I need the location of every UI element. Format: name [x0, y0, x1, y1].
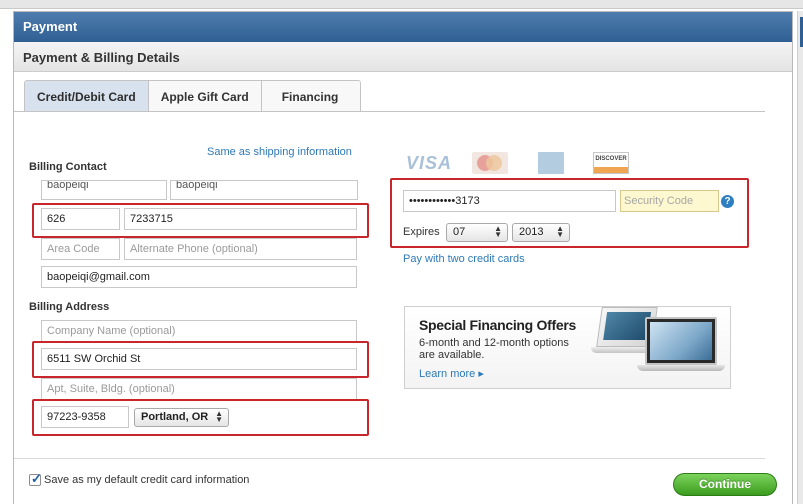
learn-more-link[interactable]: Learn more ▸: [419, 367, 484, 380]
security-code-field[interactable]: Security Code: [620, 190, 719, 212]
alt-phone-field[interactable]: Alternate Phone (optional): [124, 238, 357, 260]
card-brand-logos: VISA DISCOVER: [406, 152, 629, 174]
select-arrows-icon: ▲ ▼: [556, 224, 564, 239]
apt-field[interactable]: Apt, Suite, Bldg. (optional): [41, 378, 357, 400]
exp-month-value: 07: [453, 226, 466, 238]
financing-promo-banner[interactable]: Special Financing Offers 6-month and 12-…: [404, 306, 731, 389]
adjacent-panel-edge: [797, 11, 803, 504]
email-field[interactable]: baopeiqi@gmail.com: [41, 266, 357, 288]
company-field[interactable]: Company Name (optional): [41, 320, 357, 342]
city-state-value: Portland, OR: [141, 411, 209, 423]
browser-top-strip: [0, 0, 803, 9]
tab-apple-gift-card[interactable]: Apple Gift Card: [148, 81, 262, 112]
payment-method-tabs: Credit/Debit Card Apple Gift Card Financ…: [24, 80, 362, 112]
select-arrows-icon: ▲ ▼: [215, 409, 223, 424]
exp-month-select[interactable]: 07 ▲ ▼: [446, 223, 508, 242]
billing-address-heading: Billing Address: [29, 301, 110, 313]
pay-with-two-cards-link[interactable]: Pay with two credit cards: [403, 253, 525, 265]
continue-button[interactable]: Continue: [673, 473, 777, 496]
visa-logo: VISA: [406, 152, 453, 173]
payment-header: Payment: [14, 12, 792, 42]
street-field[interactable]: 6511 SW Orchid St: [41, 348, 357, 370]
area-code-field[interactable]: 626: [41, 208, 120, 230]
footer-divider: [14, 458, 765, 459]
promo-title: Special Financing Offers: [419, 317, 576, 333]
billing-contact-heading: Billing Contact: [29, 161, 107, 173]
tab-divider: [14, 111, 765, 112]
exp-year-value: 2013: [519, 226, 544, 238]
first-name-field[interactable]: baopeiqi: [41, 180, 167, 200]
expires-label: Expires: [403, 226, 440, 238]
tab-credit-debit-card[interactable]: Credit/Debit Card: [25, 81, 149, 112]
discover-logo: DISCOVER: [593, 152, 629, 174]
laptop-base-image: [637, 365, 725, 371]
exp-year-select[interactable]: 2013 ▲ ▼: [512, 223, 570, 242]
amex-logo: [538, 152, 564, 174]
select-arrows-icon: ▲ ▼: [494, 224, 502, 239]
tab-financing[interactable]: Financing: [261, 81, 361, 112]
zip-field[interactable]: 97223-9358: [41, 406, 129, 428]
promo-description: 6-month and 12-month options are availab…: [419, 337, 569, 361]
last-name-field[interactable]: baopeiqi: [170, 180, 358, 200]
card-number-field[interactable]: ••••••••••••3173: [403, 190, 616, 212]
alt-area-code-field[interactable]: Area Code: [41, 238, 120, 260]
save-default-label: Save as my default credit card informati…: [44, 474, 250, 486]
save-default-checkbox[interactable]: ✓: [29, 471, 42, 486]
mastercard-logo: [472, 152, 508, 174]
laptop-image: [645, 317, 717, 365]
phone-field[interactable]: 7233715: [124, 208, 357, 230]
payment-subheader: Payment & Billing Details: [14, 42, 792, 72]
same-as-shipping-link[interactable]: Same as shipping information: [207, 146, 352, 158]
help-icon[interactable]: ?: [721, 195, 734, 208]
city-state-select[interactable]: Portland, OR ▲ ▼: [134, 408, 229, 427]
checkmark-icon: ✓: [31, 471, 42, 486]
arrow-right-icon: ▸: [478, 368, 484, 380]
